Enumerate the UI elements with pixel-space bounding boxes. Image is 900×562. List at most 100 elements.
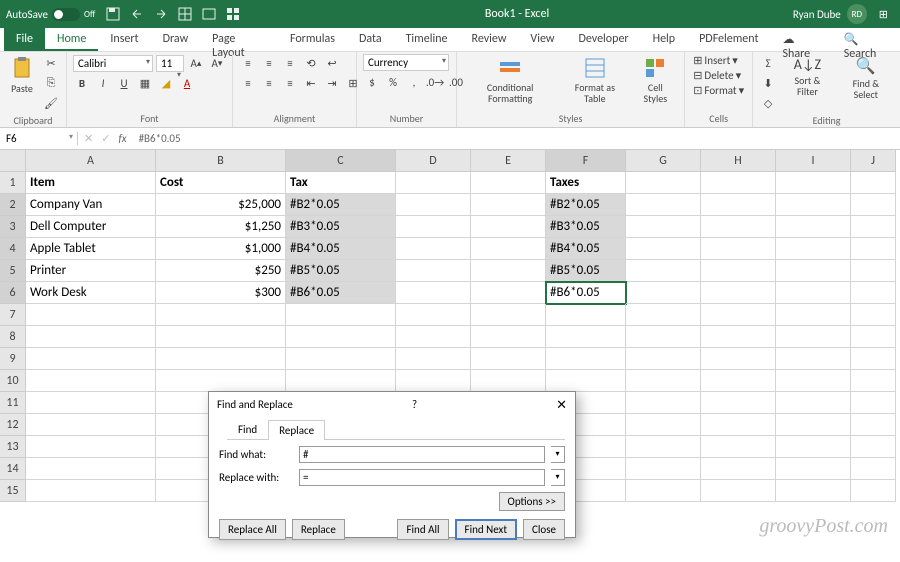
sort-filter-button[interactable]: A↓ZSort & Filter — [781, 54, 834, 99]
decrease-indent-icon[interactable]: ⇤ — [302, 74, 320, 92]
dialog-help-icon[interactable]: ? — [412, 398, 417, 413]
tab-draw[interactable]: Draw — [151, 28, 201, 51]
align-middle-icon[interactable]: ≡ — [260, 54, 278, 72]
format-painter-icon[interactable]: 🖌 — [42, 94, 60, 112]
col-header-b[interactable]: B — [156, 150, 286, 172]
col-header-e[interactable]: E — [471, 150, 546, 172]
cell-b5[interactable]: $250 — [156, 260, 286, 282]
cell-c5[interactable]: #B5*0.05 — [286, 260, 396, 282]
tab-review[interactable]: Review — [460, 28, 519, 51]
align-left-icon[interactable]: ≡ — [239, 74, 257, 92]
bold-button[interactable]: B — [73, 74, 91, 92]
increase-decimal-icon[interactable]: .0→ — [426, 73, 444, 91]
cancel-formula-icon[interactable]: ✕ — [84, 132, 93, 145]
cell-b6[interactable]: $300 — [156, 282, 286, 304]
align-center-icon[interactable]: ≡ — [260, 74, 278, 92]
align-top-icon[interactable]: ≡ — [239, 54, 257, 72]
name-box[interactable]: F6 — [0, 132, 78, 145]
find-all-button[interactable]: Find All — [397, 519, 448, 540]
replace-dropdown-icon[interactable]: ▾ — [551, 469, 565, 486]
cell-b2[interactable]: $25,000 — [156, 194, 286, 216]
fill-color-button[interactable]: ◢ — [157, 74, 175, 92]
row-header-7[interactable]: 7 — [0, 304, 26, 326]
orientation-icon[interactable]: ⟲ — [302, 54, 320, 72]
cell-c3[interactable]: #B3*0.05 — [286, 216, 396, 238]
cell-a4[interactable]: Apple Tablet — [26, 238, 156, 260]
col-header-c[interactable]: C — [286, 150, 396, 172]
cell-a6[interactable]: Work Desk — [26, 282, 156, 304]
wrap-text-icon[interactable]: ↩ — [323, 54, 341, 72]
autosave[interactable]: AutoSave Off — [6, 8, 95, 21]
cell-styles-button[interactable]: Cell Styles — [632, 54, 678, 106]
autosave-toggle[interactable] — [52, 8, 80, 21]
col-header-a[interactable]: A — [26, 150, 156, 172]
find-dropdown-icon[interactable]: ▾ — [551, 446, 565, 463]
fill-icon[interactable]: ⬇ — [759, 74, 777, 92]
cell-b4[interactable]: $1,000 — [156, 238, 286, 260]
row-header-1[interactable]: 1 — [0, 172, 26, 194]
find-next-button[interactable]: Find Next — [455, 519, 518, 540]
options-button[interactable]: Options >> — [499, 492, 565, 511]
underline-button[interactable]: U — [115, 74, 133, 92]
enter-formula-icon[interactable]: ✓ — [101, 132, 110, 145]
cell-f6[interactable]: #B6*0.05 — [546, 282, 626, 304]
tab-formulas[interactable]: Formulas — [278, 28, 347, 51]
decrease-font-icon[interactable]: A▾ — [208, 54, 226, 72]
row-header-12[interactable]: 12 — [0, 414, 26, 436]
format-as-table-button[interactable]: Format as Table — [561, 54, 628, 106]
cell-f5[interactable]: #B5*0.05 — [546, 260, 626, 282]
border-icon[interactable] — [177, 6, 193, 22]
redo-icon[interactable] — [153, 6, 169, 22]
tab-timeline[interactable]: Timeline — [394, 28, 460, 51]
form-icon[interactable] — [225, 6, 241, 22]
increase-font-icon[interactable]: A▴ — [187, 54, 205, 72]
cell-h1[interactable] — [701, 172, 776, 194]
row-header-5[interactable]: 5 — [0, 260, 26, 282]
row-header-4[interactable]: 4 — [0, 238, 26, 260]
row-header-14[interactable]: 14 — [0, 458, 26, 480]
close-button[interactable]: Close — [523, 519, 565, 540]
border-button[interactable]: ▦ — [136, 74, 154, 92]
window-options-icon[interactable]: ⊞ — [879, 8, 888, 21]
font-name-combo[interactable]: Calibri — [73, 55, 153, 72]
cell-j1[interactable] — [851, 172, 896, 194]
undo-icon[interactable] — [129, 6, 145, 22]
row-header-6[interactable]: 6 — [0, 282, 26, 304]
font-size-combo[interactable]: 11 — [156, 55, 184, 72]
cell-g1[interactable] — [626, 172, 701, 194]
user-area[interactable]: Ryan Dube RD ⊞ — [793, 4, 894, 24]
tab-developer[interactable]: Developer — [566, 28, 640, 51]
row-header-15[interactable]: 15 — [0, 480, 26, 502]
increase-indent-icon[interactable]: ⇥ — [323, 74, 341, 92]
row-header-2[interactable]: 2 — [0, 194, 26, 216]
conditional-formatting-button[interactable]: Conditional Formatting — [463, 54, 557, 106]
col-header-g[interactable]: G — [626, 150, 701, 172]
format-cells-button[interactable]: ⊡ Format ▾ — [691, 84, 746, 97]
user-avatar[interactable]: RD — [847, 4, 867, 24]
cell-c4[interactable]: #B4*0.05 — [286, 238, 396, 260]
cell-a3[interactable]: Dell Computer — [26, 216, 156, 238]
row-header-8[interactable]: 8 — [0, 326, 26, 348]
align-right-icon[interactable]: ≡ — [281, 74, 299, 92]
tab-data[interactable]: Data — [347, 28, 394, 51]
select-all-corner[interactable] — [0, 150, 26, 172]
cell-b1[interactable]: Cost — [156, 172, 286, 194]
share-button[interactable]: ☁ Share — [771, 28, 832, 51]
insert-cells-button[interactable]: ⊞ Insert ▾ — [691, 54, 740, 67]
cell-f1[interactable]: Taxes — [546, 172, 626, 194]
cell-i1[interactable] — [776, 172, 851, 194]
col-header-h[interactable]: H — [701, 150, 776, 172]
cell-f3[interactable]: #B3*0.05 — [546, 216, 626, 238]
find-what-input[interactable] — [299, 446, 545, 463]
cut-icon[interactable]: ✂ — [42, 54, 60, 72]
align-bottom-icon[interactable]: ≡ — [281, 54, 299, 72]
comma-format-icon[interactable]: , — [405, 73, 423, 91]
percent-format-icon[interactable]: % — [384, 73, 402, 91]
col-header-d[interactable]: D — [396, 150, 471, 172]
tab-insert[interactable]: Insert — [98, 28, 150, 51]
row-header-13[interactable]: 13 — [0, 436, 26, 458]
row-header-11[interactable]: 11 — [0, 392, 26, 414]
dialog-tab-find[interactable]: Find — [227, 419, 268, 439]
dialog-tab-replace[interactable]: Replace — [268, 420, 325, 440]
tab-view[interactable]: View — [518, 28, 566, 51]
